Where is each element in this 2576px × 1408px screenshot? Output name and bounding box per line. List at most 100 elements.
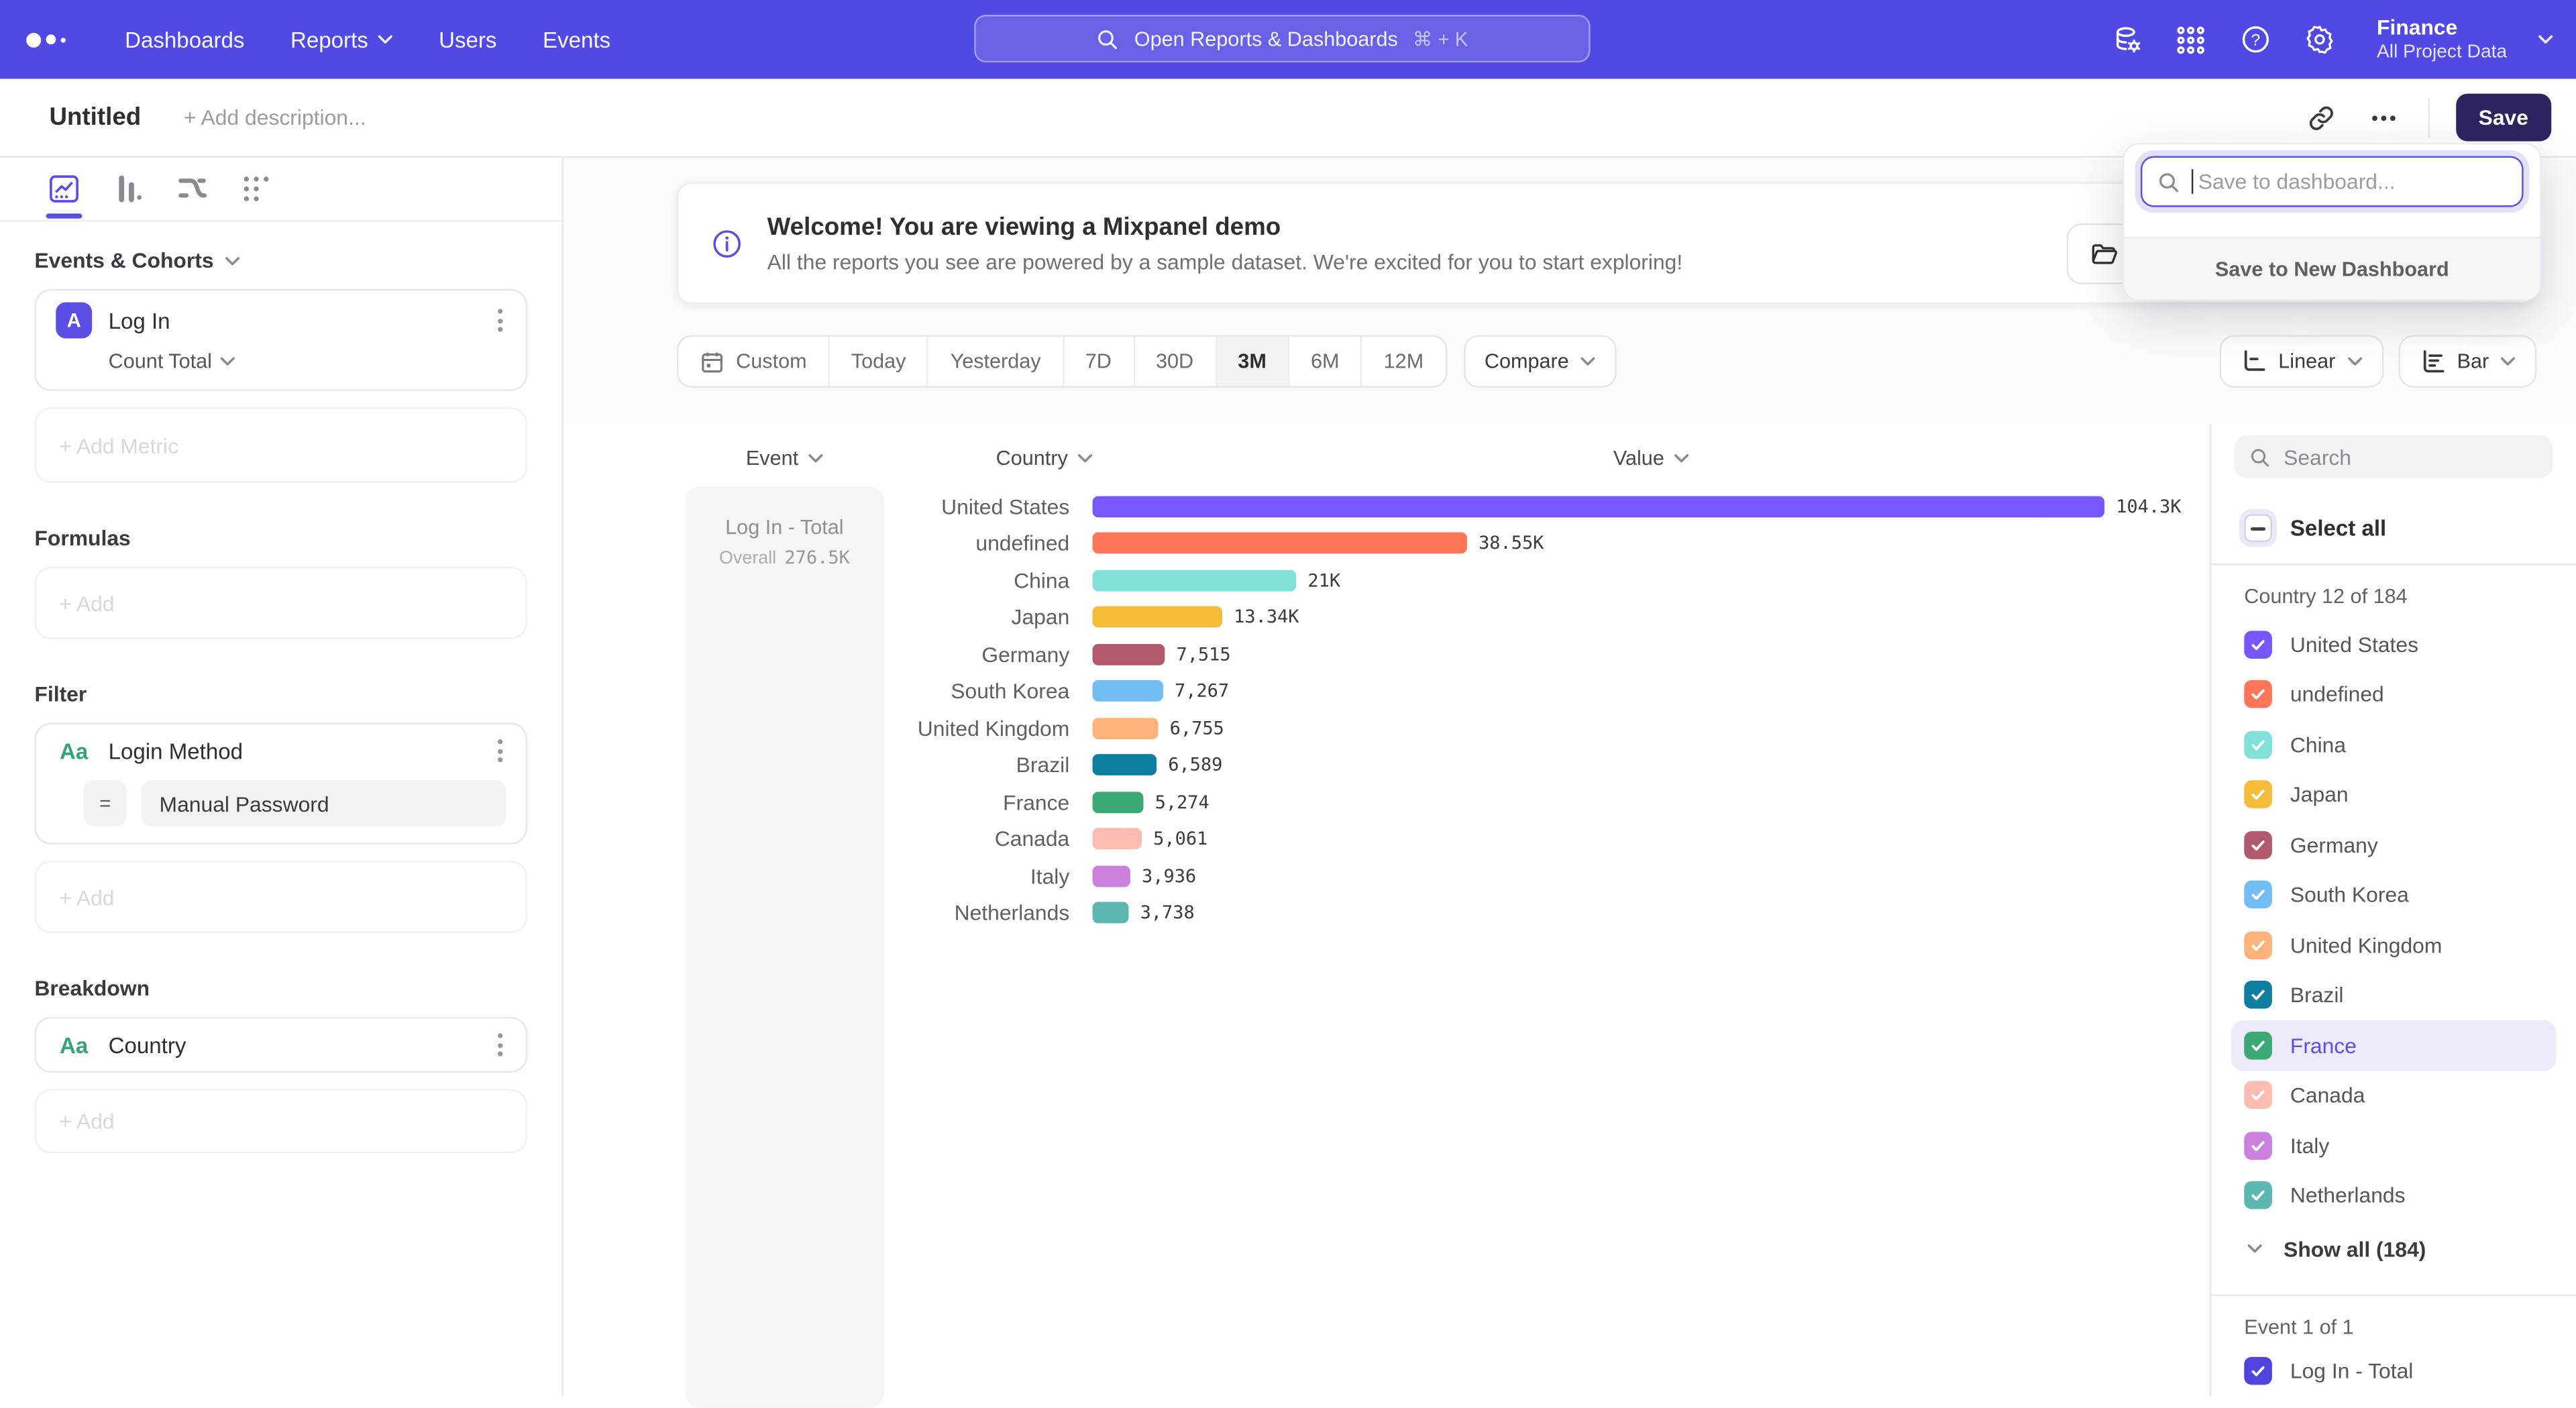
event-series-panel[interactable]: Log In - Total Overall276.5K xyxy=(685,486,883,1408)
settings-gear-icon[interactable] xyxy=(2303,23,2336,56)
add-formula-button[interactable]: + Add xyxy=(34,567,527,639)
save-to-dashboard-input[interactable]: Save to dashboard... xyxy=(2141,156,2524,207)
range-today[interactable]: Today xyxy=(830,337,929,386)
topnav-link-users[interactable]: Users xyxy=(439,27,496,52)
bar-row-italy: Italy3,936 xyxy=(896,857,2210,894)
bar[interactable] xyxy=(1093,902,1129,924)
bar[interactable] xyxy=(1093,643,1165,665)
topnav-link-dashboards[interactable]: Dashboards xyxy=(125,27,244,52)
legend-item-netherlands[interactable]: Netherlands xyxy=(2231,1171,2557,1221)
add-description-field[interactable]: + Add description... xyxy=(184,105,366,130)
legend-item-italy[interactable]: Italy xyxy=(2231,1120,2557,1171)
range-12m[interactable]: 12M xyxy=(1362,337,1445,386)
show-all-toggle[interactable]: Show all (184) xyxy=(2231,1224,2557,1272)
save-button[interactable]: Save xyxy=(2455,94,2551,142)
bar[interactable] xyxy=(1093,533,1467,554)
legend-checkbox[interactable] xyxy=(2244,1181,2272,1209)
event-column-header[interactable]: Event xyxy=(685,447,883,470)
bar[interactable] xyxy=(1093,680,1163,702)
report-title[interactable]: Untitled xyxy=(49,103,141,131)
legend-checkbox[interactable] xyxy=(2244,781,2272,809)
project-switcher[interactable]: Finance All Project Data xyxy=(2377,14,2507,64)
legend-item-china[interactable]: China xyxy=(2231,720,2557,770)
bar-track: 3,936 xyxy=(1093,865,2210,887)
range-7d[interactable]: 7D xyxy=(1064,337,1134,386)
bar[interactable] xyxy=(1093,865,1130,887)
range-yesterday[interactable]: Yesterday xyxy=(929,337,1064,386)
range-3m[interactable]: 3M xyxy=(1216,337,1289,386)
legend-checkbox[interactable] xyxy=(2244,931,2272,959)
range-custom[interactable]: Custom xyxy=(678,337,829,386)
bar[interactable] xyxy=(1093,606,1222,628)
legend-item-united-kingdom[interactable]: United Kingdom xyxy=(2231,920,2557,970)
legend-event-item-log-in-total[interactable]: Log In - Total xyxy=(2231,1346,2557,1396)
country-column-header[interactable]: Country xyxy=(884,447,1093,470)
breakdown-card[interactable]: Aa Country xyxy=(34,1017,527,1073)
events-cohorts-header[interactable]: Events & Cohorts xyxy=(34,248,527,273)
chart-controls-row: CustomTodayYesterday7D30D3M6M12M Compare… xyxy=(677,335,2536,388)
legend-item-japan[interactable]: Japan xyxy=(2231,769,2557,820)
legend-checkbox[interactable] xyxy=(2244,680,2272,708)
add-breakdown-button[interactable]: + Add xyxy=(34,1089,527,1154)
copy-link-icon[interactable] xyxy=(2303,99,2339,136)
select-all-checkbox[interactable] xyxy=(2244,515,2272,543)
legend-item-france[interactable]: France xyxy=(2231,1020,2557,1071)
bar[interactable] xyxy=(1093,755,1157,776)
topnav-link-reports[interactable]: Reports xyxy=(290,27,393,52)
metric-card[interactable]: A Log In Count Total xyxy=(34,289,527,391)
select-all-row[interactable]: Select all xyxy=(2231,515,2557,543)
filter-kebab-icon[interactable] xyxy=(494,736,506,765)
range-30d[interactable]: 30D xyxy=(1134,337,1216,386)
legend-item-south-korea[interactable]: South Korea xyxy=(2231,870,2557,920)
breakdown-kebab-icon[interactable] xyxy=(494,1030,506,1060)
tab-flows[interactable] xyxy=(174,161,211,217)
bar[interactable] xyxy=(1093,718,1159,739)
legend-item-canada[interactable]: Canada xyxy=(2231,1071,2557,1121)
legend-checkbox[interactable] xyxy=(2244,1132,2272,1160)
legend-search-input[interactable]: Search xyxy=(2235,435,2553,478)
legend-checkbox[interactable] xyxy=(2244,831,2272,859)
breakdown-property-name[interactable]: Country xyxy=(109,1032,495,1057)
topnav-links: Dashboards Reports Users Events xyxy=(125,27,610,52)
filter-property-name[interactable]: Login Method xyxy=(109,739,495,763)
scale-selector-button[interactable]: Linear xyxy=(2219,335,2383,388)
range-6m[interactable]: 6M xyxy=(1289,337,1362,386)
bar[interactable] xyxy=(1093,570,1297,591)
filter-value[interactable]: Manual Password xyxy=(142,780,506,826)
save-to-new-dashboard-button[interactable]: Save to New Dashboard xyxy=(2125,237,2540,299)
bar[interactable] xyxy=(1093,496,2105,517)
chart-type-selector-button[interactable]: Bar xyxy=(2398,335,2536,388)
legend-item-united-states[interactable]: United States xyxy=(2231,619,2557,669)
filter-card[interactable]: Aa Login Method = Manual Password xyxy=(34,723,527,845)
compare-button[interactable]: Compare xyxy=(1463,335,1617,388)
data-settings-icon[interactable] xyxy=(2110,23,2143,56)
apps-grid-icon[interactable] xyxy=(2175,23,2208,56)
more-options-icon[interactable] xyxy=(2365,99,2402,136)
global-search-input[interactable]: Open Reports & Dashboards ⌘ + K xyxy=(974,15,1590,62)
metric-aggregation[interactable]: Count Total xyxy=(36,350,526,390)
legend-checkbox[interactable] xyxy=(2244,631,2272,659)
legend-checkbox[interactable] xyxy=(2244,730,2272,759)
legend-item-brazil[interactable]: Brazil xyxy=(2231,970,2557,1020)
bar[interactable] xyxy=(1093,792,1144,813)
add-metric-button[interactable]: + Add Metric xyxy=(34,407,527,483)
tab-retention[interactable] xyxy=(238,161,274,217)
tab-funnels[interactable] xyxy=(110,161,146,217)
value-column-header[interactable]: Value xyxy=(1093,447,2210,470)
legend-item-germany[interactable]: Germany xyxy=(2231,820,2557,870)
filter-operator[interactable]: = xyxy=(84,780,127,826)
add-filter-button[interactable]: + Add xyxy=(34,861,527,933)
metric-event-name[interactable]: Log In xyxy=(109,308,495,333)
legend-item-undefined[interactable]: undefined xyxy=(2231,669,2557,720)
tab-insights[interactable] xyxy=(46,161,83,217)
topnav-link-events[interactable]: Events xyxy=(543,27,610,52)
legend-checkbox[interactable] xyxy=(2244,981,2272,1010)
legend-checkbox[interactable] xyxy=(2244,1356,2272,1385)
legend-checkbox[interactable] xyxy=(2244,1031,2272,1059)
legend-checkbox[interactable] xyxy=(2244,1081,2272,1109)
mixpanel-logo-icon[interactable] xyxy=(26,32,82,47)
legend-checkbox[interactable] xyxy=(2244,881,2272,909)
help-icon[interactable]: ? xyxy=(2239,23,2271,56)
bar[interactable] xyxy=(1093,828,1142,850)
metric-kebab-icon[interactable] xyxy=(494,306,506,335)
